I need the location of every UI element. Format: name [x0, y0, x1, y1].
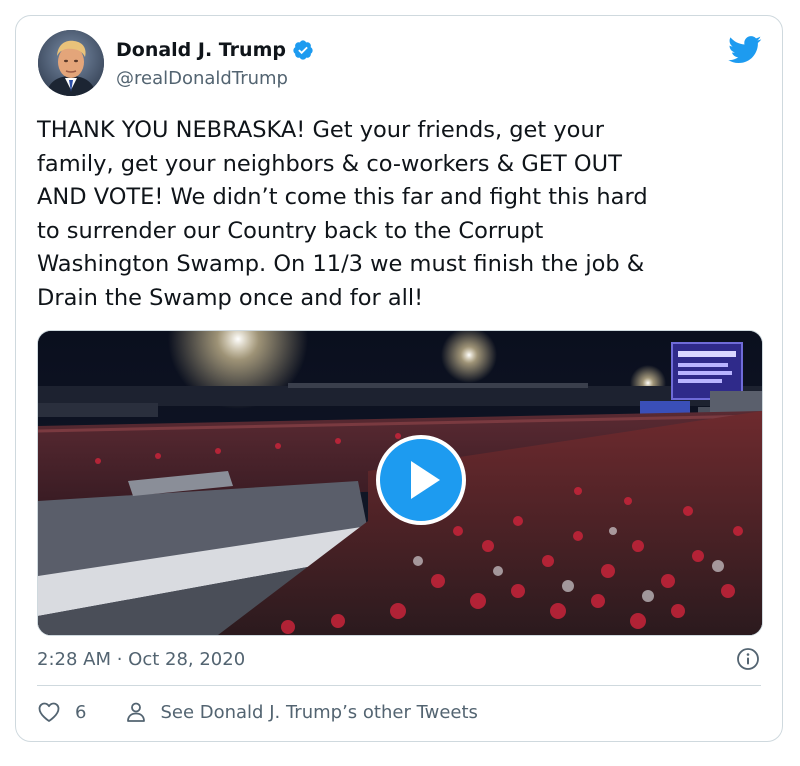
info-icon[interactable] [736, 647, 760, 671]
author-display-name[interactable]: Donald J. Trump [116, 38, 286, 62]
verified-badge-icon [292, 39, 314, 61]
author-handle[interactable]: @realDonaldTrump [116, 67, 288, 91]
divider [37, 685, 761, 686]
like-count: 6 [75, 701, 87, 723]
heart-icon [38, 702, 60, 722]
tweet-timestamp[interactable]: 2:28 AM · Oct 28, 2020 [37, 648, 245, 672]
tweet-card: Donald J. Trump @realDonaldTrump THANK Y… [15, 15, 783, 742]
twitter-bird-icon[interactable] [728, 36, 762, 64]
tweet-actions: 6 See Donald J. Trump’s other Tweets [37, 700, 478, 724]
like-button[interactable]: 6 [37, 700, 86, 724]
see-other-tweets-link[interactable]: See Donald J. Trump’s other Tweets [124, 700, 478, 724]
tweet-text: THANK YOU NEBRASKA! Get your friends, ge… [37, 117, 648, 311]
play-button[interactable] [376, 435, 466, 525]
see-other-tweets-label: See Donald J. Trump’s other Tweets [160, 701, 478, 723]
author-avatar[interactable] [38, 30, 104, 96]
author-name-row[interactable]: Donald J. Trump [116, 38, 314, 62]
person-icon [127, 702, 146, 722]
play-icon [411, 461, 440, 499]
video-media[interactable] [37, 330, 763, 636]
